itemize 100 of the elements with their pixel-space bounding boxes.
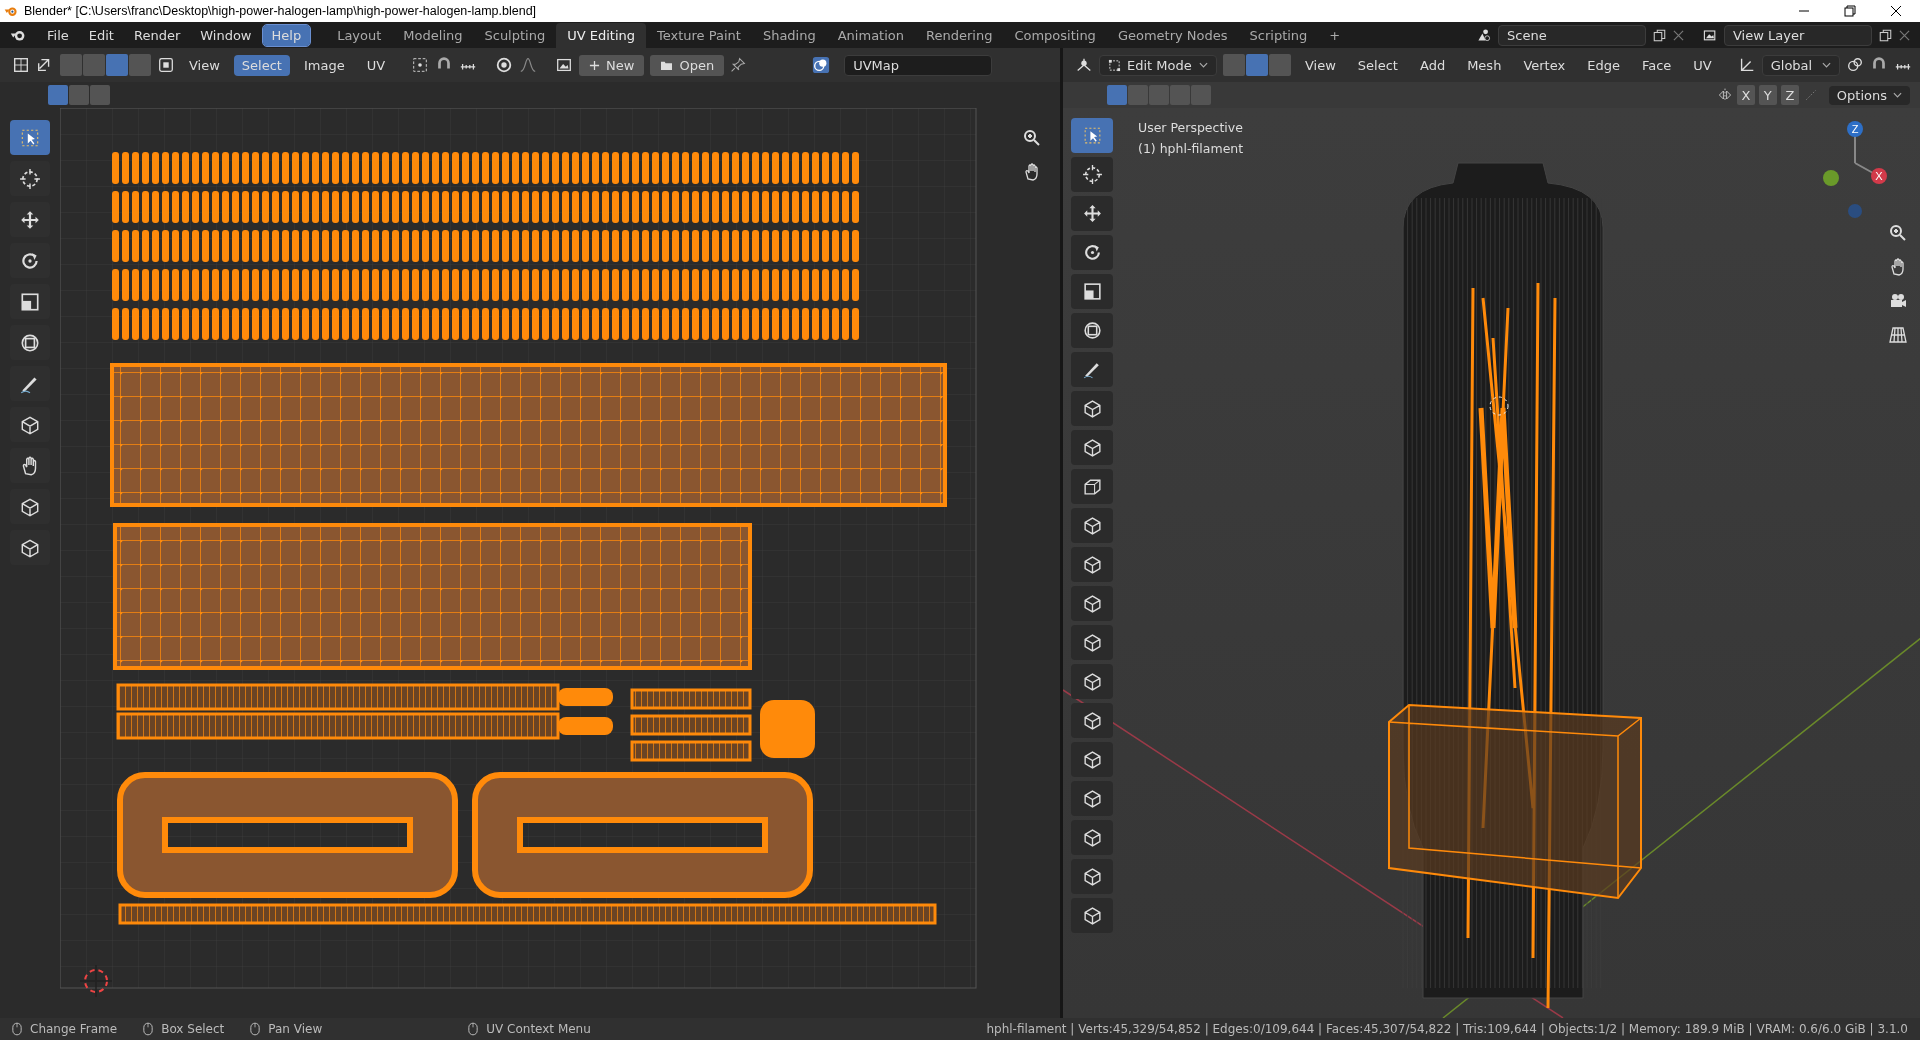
mirror-axis-button[interactable]: X bbox=[1736, 85, 1755, 105]
menu-item[interactable]: Add bbox=[1411, 54, 1454, 76]
tool-button[interactable] bbox=[10, 243, 50, 278]
tool-button[interactable] bbox=[10, 325, 50, 360]
zoom-icon[interactable] bbox=[1888, 223, 1908, 243]
new-image-button[interactable]: New bbox=[579, 54, 645, 76]
tool-button[interactable] bbox=[1071, 235, 1113, 270]
mirror-icon[interactable] bbox=[1716, 87, 1733, 103]
menu-item[interactable]: Render bbox=[124, 24, 190, 46]
menu-item[interactable]: Select bbox=[1349, 54, 1406, 76]
tool-button[interactable] bbox=[1071, 664, 1113, 699]
menu-item[interactable]: UV bbox=[358, 54, 394, 76]
tool-button[interactable] bbox=[1071, 898, 1113, 933]
cursor-icon bbox=[1081, 164, 1103, 185]
close-icon[interactable] bbox=[1890, 5, 1902, 17]
mirror-axis-button[interactable]: Z bbox=[1780, 85, 1799, 105]
tool-button[interactable] bbox=[10, 202, 50, 237]
tool-button[interactable] bbox=[1071, 820, 1113, 855]
tool-button[interactable] bbox=[1071, 742, 1113, 777]
workspace-tab[interactable]: Modeling bbox=[392, 22, 474, 48]
plus-icon bbox=[589, 59, 601, 71]
scale-icon bbox=[1081, 281, 1103, 302]
pin-icon[interactable] bbox=[730, 57, 747, 73]
workspace-tab[interactable]: Texture Paint bbox=[646, 22, 752, 48]
restore-icon[interactable] bbox=[1844, 5, 1856, 17]
cube-icon bbox=[1081, 788, 1103, 809]
menu-item[interactable]: View bbox=[181, 54, 228, 76]
cube-icon bbox=[1081, 632, 1103, 653]
options-button[interactable]: Options bbox=[1828, 85, 1910, 105]
status-hint: Change Frame bbox=[30, 1022, 118, 1036]
tool-button[interactable] bbox=[1071, 625, 1113, 660]
tool-button[interactable] bbox=[1071, 547, 1113, 582]
mirror-axis-button[interactable]: Y bbox=[1758, 85, 1777, 105]
workspace-tab[interactable]: Compositing bbox=[1003, 22, 1107, 48]
workspace-tab[interactable]: Shading bbox=[751, 22, 827, 48]
tool-button[interactable] bbox=[1071, 352, 1113, 387]
proportional-editing-icon[interactable] bbox=[495, 56, 514, 74]
menu-item[interactable]: Image bbox=[295, 54, 353, 76]
workspace-tab[interactable]: Scripting bbox=[1238, 22, 1319, 48]
tool-button[interactable] bbox=[1071, 430, 1113, 465]
cube-icon bbox=[1081, 749, 1103, 770]
grid-icon[interactable] bbox=[1888, 325, 1908, 345]
workspace-tab[interactable]: Rendering bbox=[915, 22, 1004, 48]
view-layer-field[interactable]: View Layer bbox=[1724, 24, 1872, 46]
workspace-tab[interactable]: Geometry Nodes bbox=[1106, 22, 1239, 48]
tool-button[interactable] bbox=[1071, 703, 1113, 738]
menu-item[interactable]: File bbox=[38, 24, 78, 46]
open-image-button[interactable]: Open bbox=[650, 54, 725, 76]
zoom-icon[interactable] bbox=[1022, 128, 1042, 148]
tool-button[interactable] bbox=[10, 530, 50, 565]
editor-type-icon[interactable] bbox=[1075, 56, 1093, 74]
menu-item[interactable]: Edge bbox=[1579, 54, 1628, 76]
falloff-curve-icon[interactable] bbox=[519, 56, 538, 74]
menu-item[interactable]: View bbox=[1297, 54, 1344, 76]
menu-item[interactable]: Help bbox=[262, 24, 311, 46]
menu-item[interactable]: Face bbox=[1633, 54, 1680, 76]
workspace-tab[interactable]: Sculpting bbox=[473, 22, 557, 48]
object-name-label: (1) hphl-filament bbox=[1138, 141, 1244, 156]
editor-type-icon[interactable] bbox=[12, 56, 30, 74]
overlays-icon[interactable] bbox=[812, 56, 831, 74]
tool-button[interactable] bbox=[10, 407, 50, 442]
tool-button[interactable] bbox=[1071, 391, 1113, 426]
tool-button[interactable] bbox=[1071, 508, 1113, 543]
tool-button[interactable] bbox=[1071, 859, 1113, 894]
scene-field[interactable]: Scene bbox=[1498, 24, 1646, 46]
tool-button[interactable] bbox=[10, 284, 50, 319]
workspace-tab[interactable]: Layout bbox=[326, 22, 393, 48]
pivot-icon[interactable] bbox=[1845, 56, 1864, 74]
tool-button[interactable] bbox=[1071, 469, 1113, 504]
menu-item[interactable]: Select bbox=[233, 54, 290, 76]
tool-button[interactable] bbox=[1071, 586, 1113, 621]
workspace-tab[interactable]: Animation bbox=[826, 22, 915, 48]
mode-dropdown[interactable]: Edit Mode bbox=[1099, 54, 1217, 76]
mouse-icon bbox=[12, 1022, 22, 1036]
caret-icon bbox=[1893, 92, 1902, 98]
menu-item[interactable]: Window bbox=[191, 24, 261, 46]
tool-button[interactable] bbox=[1071, 313, 1113, 348]
tool-button[interactable] bbox=[10, 448, 50, 483]
workspace-tab[interactable]: + bbox=[1318, 22, 1352, 48]
pivot-icon[interactable] bbox=[411, 56, 430, 74]
orientation-dropdown[interactable]: Global bbox=[1761, 54, 1840, 76]
tool-button[interactable] bbox=[1071, 196, 1113, 231]
menu-item[interactable]: Vertex bbox=[1515, 54, 1574, 76]
tool-button[interactable] bbox=[1071, 274, 1113, 309]
tool-button[interactable] bbox=[1071, 781, 1113, 816]
workspace-tab[interactable]: UV Editing bbox=[556, 22, 646, 48]
tool-button[interactable] bbox=[10, 161, 50, 196]
tool-button[interactable] bbox=[10, 489, 50, 524]
image-stack-icon[interactable] bbox=[1702, 27, 1718, 43]
scene-icon[interactable] bbox=[1476, 27, 1492, 43]
uv-map-field[interactable]: UVMap bbox=[844, 54, 993, 76]
menu-item[interactable]: UV bbox=[1685, 54, 1720, 76]
tool-button[interactable] bbox=[1071, 157, 1113, 192]
tool-button[interactable] bbox=[10, 366, 50, 401]
sticky-selection-icon[interactable] bbox=[157, 56, 175, 74]
copy-icon[interactable] bbox=[1878, 27, 1893, 43]
copy-icon[interactable] bbox=[1652, 27, 1667, 43]
menu-item[interactable]: Edit bbox=[79, 24, 123, 46]
image-icon[interactable] bbox=[555, 56, 574, 74]
menu-item[interactable]: Mesh bbox=[1459, 54, 1510, 76]
